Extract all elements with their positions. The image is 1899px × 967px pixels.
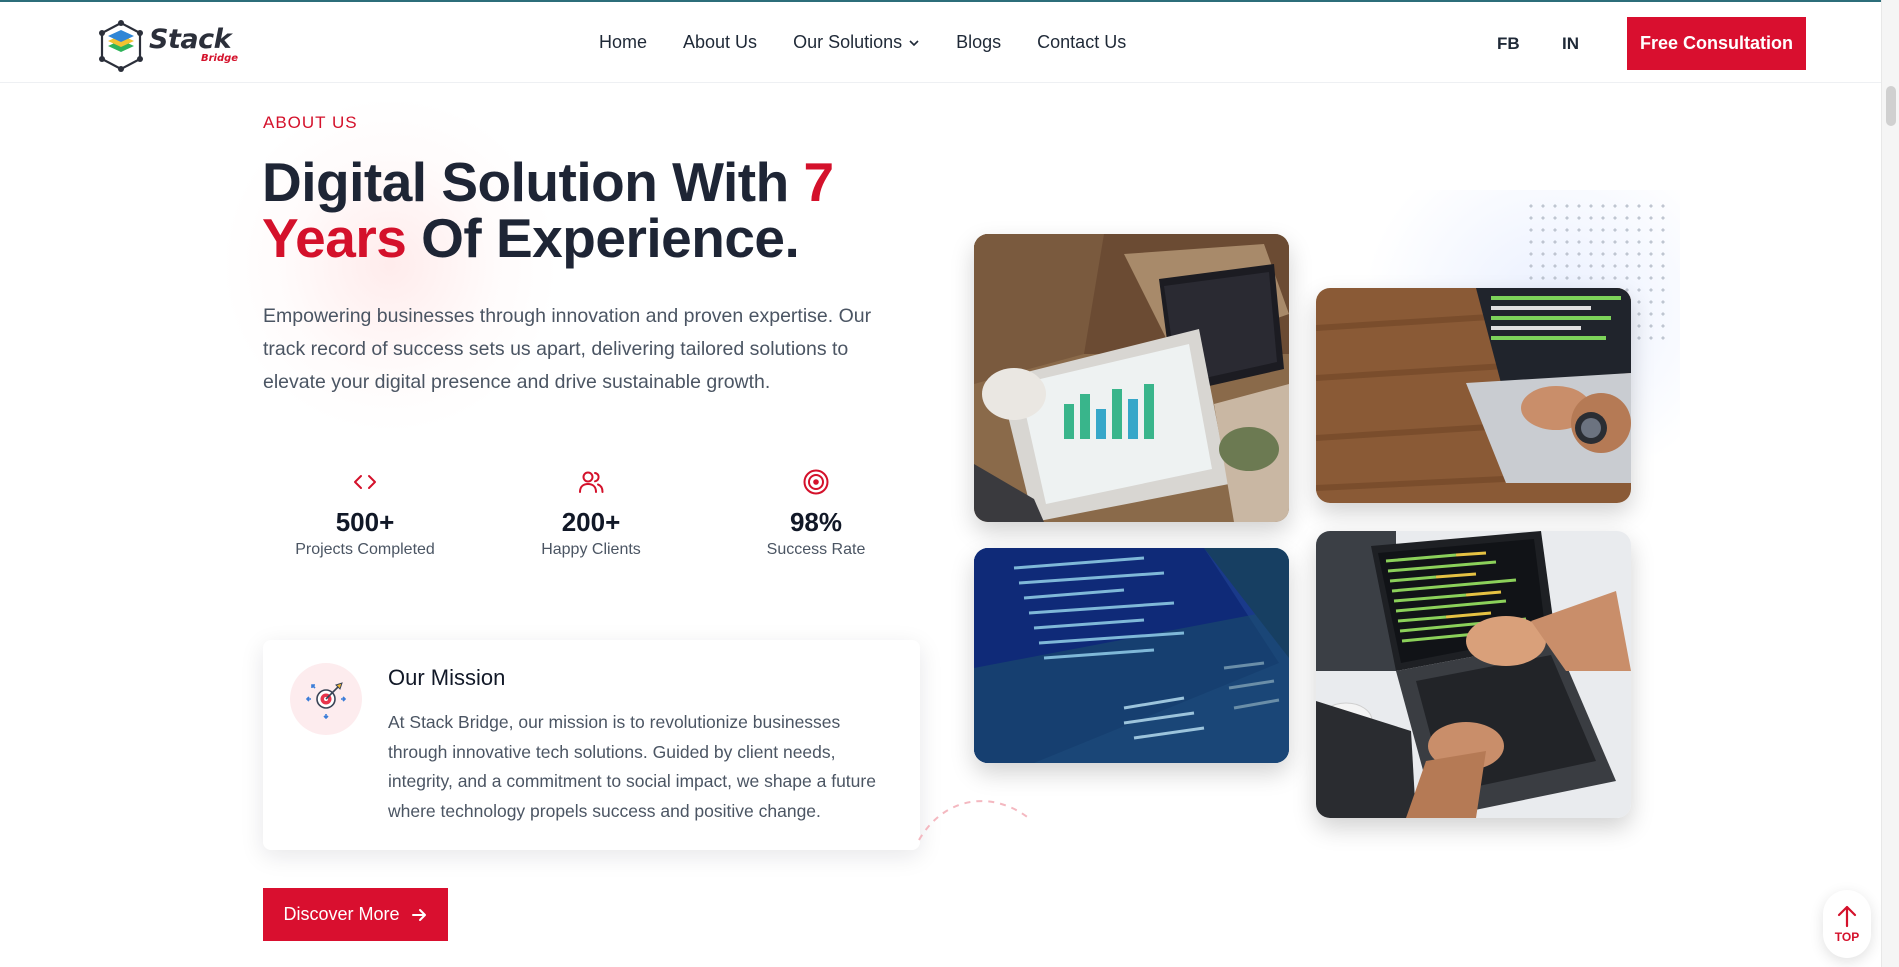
headline-years: Years <box>262 207 407 269</box>
arrow-right-icon <box>411 908 426 921</box>
stat-label: Success Rate <box>766 541 866 558</box>
logo-sub: Bridge <box>201 53 239 64</box>
headline-part-b: Of Experience. <box>406 207 800 269</box>
nav-contact-us[interactable]: Contact Us <box>1037 32 1126 53</box>
headline-part-a: Digital Solution With <box>262 151 804 213</box>
hero-description: Empowering businesses through innovation… <box>263 305 872 393</box>
logo[interactable]: Stack Bridge <box>97 20 239 72</box>
mission-target-icon <box>305 682 347 720</box>
photo-team-laptops <box>974 234 1289 522</box>
linkedin-link[interactable]: IN <box>1562 34 1579 54</box>
nav-our-solutions-label: Our Solutions <box>793 32 903 52</box>
discover-more-button[interactable]: Discover More <box>263 888 448 941</box>
mission-title: Our Mission <box>388 665 506 690</box>
stat-value: 98% <box>789 507 843 537</box>
section-eyebrow: ABOUT US <box>263 113 358 132</box>
code-icon <box>354 475 376 489</box>
scrollbar-thumb[interactable] <box>1886 86 1896 126</box>
stat-value: 500+ <box>335 507 395 537</box>
facebook-link[interactable]: FB <box>1497 34 1520 54</box>
stat-label: Projects Completed <box>295 541 435 558</box>
stat-label: Happy Clients <box>541 541 641 558</box>
arrow-up-icon <box>1837 905 1857 928</box>
nav-blogs[interactable]: Blogs <box>956 32 1001 53</box>
nav-our-solutions[interactable]: Our Solutions <box>793 32 920 53</box>
stat-projects: 500+ Projects Completed <box>265 468 465 559</box>
stack-layers-icon <box>99 20 143 72</box>
stat-success-rate: 98% Success Rate <box>716 468 916 559</box>
nav-about-us[interactable]: About Us <box>683 32 757 53</box>
mission-icon-badge <box>290 663 362 735</box>
decorative-dashed-arc <box>918 800 1032 841</box>
photo-typing-code <box>1316 531 1631 818</box>
target-icon <box>803 469 829 495</box>
stat-clients: 200+ Happy Clients <box>491 468 691 559</box>
photo-typing-wood-desk <box>1316 288 1631 503</box>
page-scrollbar[interactable] <box>1881 0 1899 967</box>
photo-code-screen <box>974 548 1289 763</box>
page-title: Digital Solution With 7 Years Of Experien… <box>262 154 902 266</box>
mission-text: At Stack Bridge, our mission is to revol… <box>388 712 876 821</box>
main-nav: Home About Us Our Solutions Blogs Contac… <box>599 32 1126 53</box>
discover-more-label: Discover More <box>283 904 400 924</box>
nav-home[interactable]: Home <box>599 32 647 53</box>
logo-name: Stack <box>149 24 232 55</box>
mission-card: Our Mission At Stack Bridge, our mission… <box>263 640 920 850</box>
free-consultation-button[interactable]: Free Consultation <box>1627 17 1806 70</box>
chevron-down-icon <box>909 39 919 46</box>
site-header: Stack Bridge Home About Us Our Solutions… <box>0 0 1899 83</box>
back-to-top-button[interactable]: TOP <box>1823 890 1871 958</box>
users-icon <box>579 471 604 493</box>
back-to-top-label: TOP <box>1834 930 1860 944</box>
stat-value: 200+ <box>561 507 621 537</box>
headline-number: 7 <box>803 151 834 213</box>
